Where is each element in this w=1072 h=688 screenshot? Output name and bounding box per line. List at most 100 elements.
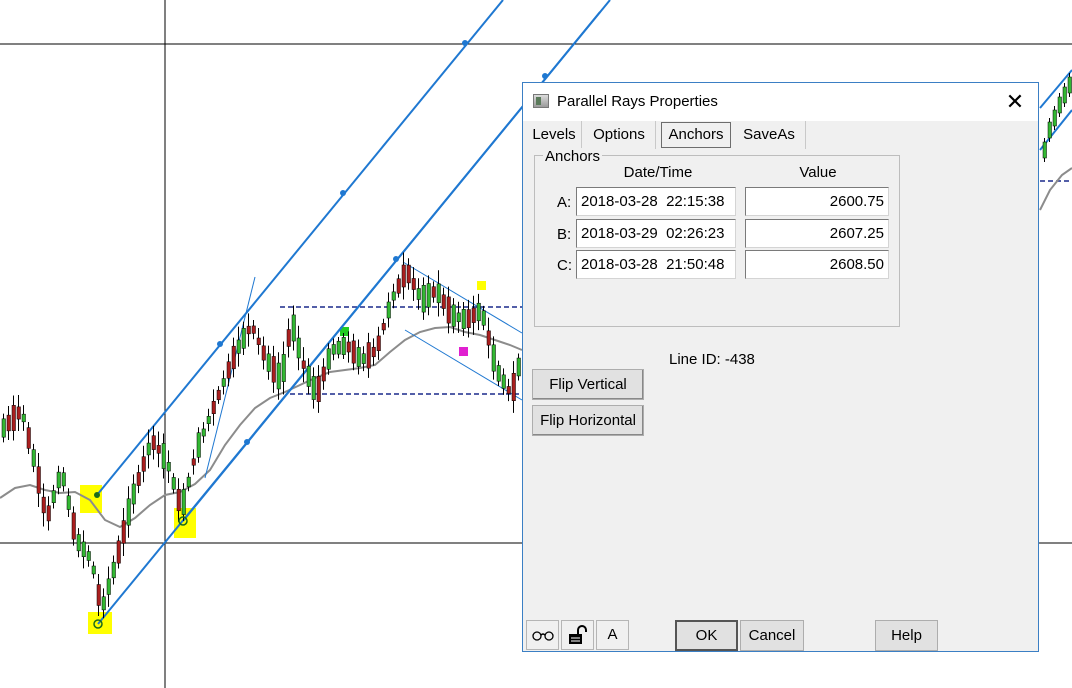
close-icon[interactable]: ✕ [1002, 89, 1028, 115]
anchor-c-value-field[interactable]: 2608.50 [745, 250, 889, 279]
candle-body [501, 374, 506, 389]
candle-body [451, 304, 456, 327]
candle-body [91, 565, 96, 575]
candle-body [236, 339, 241, 354]
tab-levels[interactable]: Levels [527, 121, 582, 149]
candle-body [401, 264, 406, 288]
candle-body [391, 291, 396, 301]
candle-body [1062, 86, 1067, 104]
candle-body [411, 278, 416, 290]
candle-body [186, 476, 191, 488]
help-button[interactable]: Help [875, 620, 938, 651]
unlock-icon[interactable] [561, 620, 594, 650]
candle-body [121, 520, 126, 544]
candle-body [271, 356, 276, 383]
anchor-b-value-field[interactable]: 2607.25 [745, 219, 889, 248]
anchor-c-datetime-field[interactable]: 2018-03-28 21:50:48 [576, 250, 736, 279]
candle-body [196, 432, 201, 458]
candle-body [321, 366, 326, 382]
candle-body [86, 551, 91, 561]
candle-body [261, 345, 266, 361]
tab-options[interactable]: Options [583, 121, 656, 149]
font-button[interactable]: A [596, 620, 629, 650]
tab-anchors[interactable]: Anchors [661, 122, 731, 148]
candle-body [106, 578, 111, 595]
candle-body [436, 283, 441, 304]
candle-body [516, 357, 521, 377]
candle-body [191, 458, 196, 466]
candle-body [266, 353, 271, 372]
candle-body [446, 296, 451, 324]
candle-body [81, 541, 86, 558]
candle-body [476, 302, 481, 322]
candle-body [426, 283, 431, 308]
candle-body [166, 462, 171, 472]
candle-body [511, 372, 516, 402]
candle-body [396, 278, 401, 294]
anchor-highlight [80, 485, 102, 513]
candle-body [161, 443, 166, 469]
candle-body [381, 323, 386, 331]
candle-body [1057, 96, 1062, 114]
candle-body [316, 376, 321, 402]
candle-body [156, 445, 161, 454]
candle-body [336, 340, 341, 355]
glasses-icon[interactable] [526, 620, 559, 650]
candle-body [456, 312, 461, 323]
anchor-b-datetime-field[interactable]: 2018-03-29 02:26:23 [576, 219, 736, 248]
candle-body [386, 301, 391, 319]
candle-body [281, 354, 286, 382]
candle-body [131, 483, 136, 505]
candle-body [471, 307, 476, 323]
tab-saveas[interactable]: SaveAs [733, 121, 806, 149]
candle-body [1, 418, 6, 438]
candle-body [331, 344, 336, 355]
candle-body [36, 466, 41, 494]
candle-body [11, 405, 16, 431]
anchor-a-value-field[interactable]: 2600.75 [745, 187, 889, 216]
dialog-title: Parallel Rays Properties [557, 93, 718, 110]
flip-vertical-button[interactable]: Flip Vertical [532, 369, 644, 400]
candle-body [176, 488, 181, 512]
candle-body [296, 337, 301, 359]
candle-body [76, 534, 81, 552]
candle-body [26, 427, 31, 449]
anchor-a-label: A: [557, 194, 572, 211]
cancel-button[interactable]: Cancel [740, 620, 804, 651]
anchor-highlight [477, 281, 486, 290]
candle-body [376, 335, 381, 352]
candle-body [371, 346, 376, 358]
candle-body [231, 345, 236, 370]
moving-average [1039, 167, 1072, 211]
candle-body [151, 435, 156, 450]
parallel-rays-properties-dialog: Parallel Rays Properties ✕ Levels Option… [522, 82, 1039, 652]
candle-body [1052, 109, 1057, 127]
candle-body [71, 512, 76, 540]
candle-body [491, 344, 496, 372]
candle-body [6, 414, 11, 432]
candle-body [251, 325, 256, 334]
anchor-c-label: C: [557, 257, 572, 274]
anchors-group-label: Anchors [543, 148, 603, 165]
candle-body [341, 337, 346, 355]
candle-body [351, 340, 356, 364]
dialog-titlebar[interactable]: Parallel Rays Properties ✕ [523, 83, 1038, 121]
candle-body [96, 584, 101, 606]
candle-body [171, 477, 176, 490]
candle-body [21, 413, 26, 423]
candle-body [481, 310, 486, 326]
candle-body [346, 341, 351, 353]
candle-body [181, 489, 186, 515]
candle-body [256, 337, 261, 345]
candle-body [101, 596, 106, 611]
line-id-label: Line ID: -438 [669, 351, 755, 368]
candle-body [31, 449, 36, 467]
flip-horizontal-button[interactable]: Flip Horizontal [532, 405, 644, 436]
candle-body [506, 386, 511, 394]
candle-body [1042, 141, 1047, 159]
candle-body [201, 428, 206, 437]
candle-body [61, 472, 66, 487]
ok-button[interactable]: OK [675, 620, 738, 651]
anchor-a-datetime-field[interactable]: 2018-03-28 22:15:38 [576, 187, 736, 216]
candle-body [126, 498, 131, 526]
